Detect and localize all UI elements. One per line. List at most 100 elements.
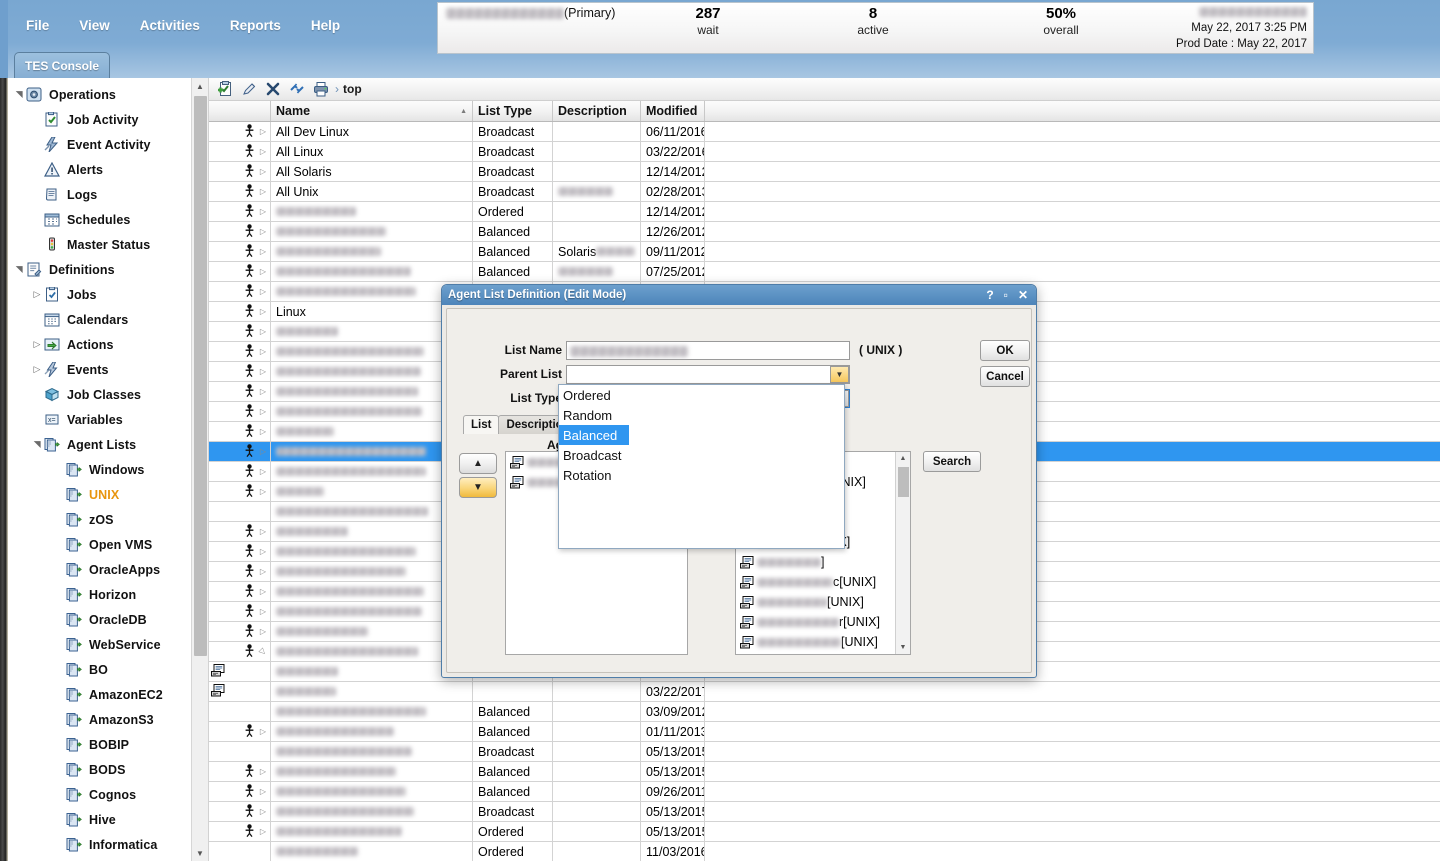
sidebar-item-job-activity[interactable]: Job Activity — [8, 107, 208, 132]
sidebar-item-operations[interactable]: ◢ Operations — [8, 82, 208, 107]
sidebar-item-agent-lists[interactable]: ◢ Agent Lists — [8, 432, 208, 457]
row-gutter[interactable]: ▷ — [209, 182, 271, 201]
menu-item-view[interactable]: View — [75, 16, 114, 35]
sidebar-scroll-thumb[interactable] — [194, 96, 207, 656]
row-gutter[interactable]: ▷ — [209, 122, 271, 141]
expand-closed-icon[interactable]: ▷ — [260, 407, 266, 416]
sidebar-item-amazonec2[interactable]: AmazonEC2 — [8, 682, 208, 707]
chevron-right-icon[interactable]: ▷ — [30, 339, 44, 350]
expand-closed-icon[interactable]: ▷ — [260, 447, 266, 456]
row-gutter[interactable]: ▷ — [209, 582, 271, 601]
sidebar-item-bo[interactable]: BO — [8, 657, 208, 682]
table-row[interactable]: ▷ Balanced 12/26/2012 1 — [209, 222, 1440, 242]
expand-closed-icon[interactable]: ▷ — [260, 727, 266, 736]
expand-closed-icon[interactable]: ▷ — [260, 247, 266, 256]
menu-item-file[interactable]: File — [22, 16, 53, 35]
refresh-icon[interactable] — [285, 79, 309, 99]
row-gutter[interactable]: ▷ — [209, 362, 271, 381]
list-type-option-random[interactable]: Random — [559, 405, 844, 425]
row-gutter[interactable]: ▷ — [209, 482, 271, 501]
table-row[interactable]: ▷ Broadcast 05/13/2015 1 — [209, 802, 1440, 822]
sidebar-item-oracledb[interactable]: OracleDB — [8, 607, 208, 632]
chevron-down-icon[interactable]: ◢ — [14, 88, 25, 102]
move-up-button[interactable]: ▲ — [459, 453, 497, 474]
sidebar-item-webservice[interactable]: WebService — [8, 632, 208, 657]
sidebar-item-bods[interactable]: BODS — [8, 757, 208, 782]
close-icon[interactable]: ✕ — [1018, 289, 1028, 301]
sidebar-scrollbar[interactable]: ▲ ▼ — [191, 78, 208, 861]
table-row[interactable]: ▷ Ordered 12/14/2012 1 — [209, 202, 1440, 222]
row-gutter[interactable]: ▷ — [209, 142, 271, 161]
expand-closed-icon[interactable]: ▷ — [260, 227, 266, 236]
row-gutter[interactable] — [209, 742, 271, 761]
sidebar-item-master-status[interactable]: Master Status — [8, 232, 208, 257]
row-gutter[interactable]: ▷ — [209, 422, 271, 441]
row-gutter[interactable]: ▷ — [209, 722, 271, 741]
sidebar-item-schedules[interactable]: Schedules — [8, 207, 208, 232]
ok-button[interactable]: OK — [980, 340, 1030, 361]
search-button[interactable]: Search — [923, 451, 981, 472]
available-agent-item[interactable]: [UNIX] — [736, 592, 896, 612]
expand-closed-icon[interactable]: ▷ — [260, 147, 266, 156]
sidebar-item-alerts[interactable]: Alerts — [8, 157, 208, 182]
sidebar-item-zos[interactable]: zOS — [8, 507, 208, 532]
table-row[interactable]: Broadcast 05/13/2015 1 — [209, 742, 1440, 762]
add-icon[interactable] — [213, 79, 237, 99]
row-gutter[interactable] — [209, 662, 271, 681]
row-gutter[interactable]: ▷ — [209, 162, 271, 181]
table-row[interactable]: ▷ Balanced 05/13/2015 1 — [209, 762, 1440, 782]
expand-closed-icon[interactable]: ▷ — [260, 587, 266, 596]
row-gutter[interactable]: ▷ — [209, 782, 271, 801]
row-gutter[interactable]: ▷ — [209, 622, 271, 641]
row-gutter[interactable]: ▷ — [209, 322, 271, 341]
sidebar-item-logs[interactable]: Logs — [8, 182, 208, 207]
tab-tes-console[interactable]: TES Console — [14, 52, 111, 78]
chevron-right-icon[interactable]: ▷ — [30, 364, 44, 375]
sidebar-item-cognos[interactable]: Cognos — [8, 782, 208, 807]
table-row[interactable]: ▷ All UnixBroadcast 02/28/2013 1 — [209, 182, 1440, 202]
row-gutter[interactable]: ▷ — [209, 282, 271, 301]
row-gutter[interactable]: ▷ — [209, 382, 271, 401]
table-row[interactable]: ▷ Balanced 07/25/2012 1 — [209, 262, 1440, 282]
row-gutter[interactable] — [209, 682, 271, 701]
sidebar-item-variables[interactable]: x= Variables — [8, 407, 208, 432]
expand-closed-icon[interactable]: ▷ — [260, 187, 266, 196]
expand-closed-icon[interactable]: ▷ — [260, 167, 266, 176]
list-type-option-rotation[interactable]: Rotation — [559, 465, 844, 485]
expand-closed-icon[interactable]: ▷ — [260, 527, 266, 536]
row-gutter[interactable]: ▷ — [209, 522, 271, 541]
sidebar-item-jdbc[interactable]: JDBC — [8, 857, 208, 861]
row-gutter[interactable]: ▷ — [209, 542, 271, 561]
table-row[interactable]: 03/22/2017 1 — [209, 682, 1440, 702]
row-gutter[interactable]: ▷ — [209, 442, 271, 461]
chevron-down-icon[interactable]: ◢ — [14, 263, 25, 277]
menu-item-activities[interactable]: Activities — [136, 16, 204, 35]
sidebar-item-bobip[interactable]: BOBIP — [8, 732, 208, 757]
row-gutter[interactable]: ▷ — [209, 262, 271, 281]
available-agents-scrollbar[interactable]: ▲ ▼ — [895, 452, 910, 654]
expand-closed-icon[interactable]: ▷ — [260, 467, 266, 476]
expand-closed-icon[interactable]: ▷ — [260, 267, 266, 276]
expand-closed-icon[interactable]: ▷ — [260, 567, 266, 576]
row-gutter[interactable]: ▷ — [209, 802, 271, 821]
expand-closed-icon[interactable]: ▷ — [260, 207, 266, 216]
menu-item-reports[interactable]: Reports — [226, 16, 285, 35]
move-down-button[interactable]: ▼ — [459, 477, 497, 498]
row-gutter[interactable]: ▷ — [209, 562, 271, 581]
available-scroll-thumb[interactable] — [898, 467, 909, 497]
expand-closed-icon[interactable]: ▷ — [260, 367, 266, 376]
parent-list-dropdown-arrow-icon[interactable]: ▼ — [830, 366, 849, 383]
sidebar-item-job-classes[interactable]: Job Classes — [8, 382, 208, 407]
table-row[interactable]: ▷ Balanced 01/11/2013 1 — [209, 722, 1440, 742]
table-toolbar[interactable]: › top — [209, 78, 1440, 101]
sidebar-item-calendars[interactable]: Calendars — [8, 307, 208, 332]
available-agent-item[interactable]: ] — [736, 552, 896, 572]
expand-closed-icon[interactable]: ▷ — [260, 307, 266, 316]
expand-open-icon[interactable]: ▷ — [258, 646, 269, 657]
table-row[interactable]: ▷ All SolarisBroadcast 12/14/2012 1 — [209, 162, 1440, 182]
sidebar-item-windows[interactable]: Windows — [8, 457, 208, 482]
table-header-list-type[interactable]: List Type — [473, 101, 553, 121]
sidebar-item-horizon[interactable]: Horizon — [8, 582, 208, 607]
navigation-sidebar[interactable]: ◢ Operations Job Activity Event Activity Ale… — [8, 78, 209, 861]
row-gutter[interactable]: ▷ — [209, 342, 271, 361]
